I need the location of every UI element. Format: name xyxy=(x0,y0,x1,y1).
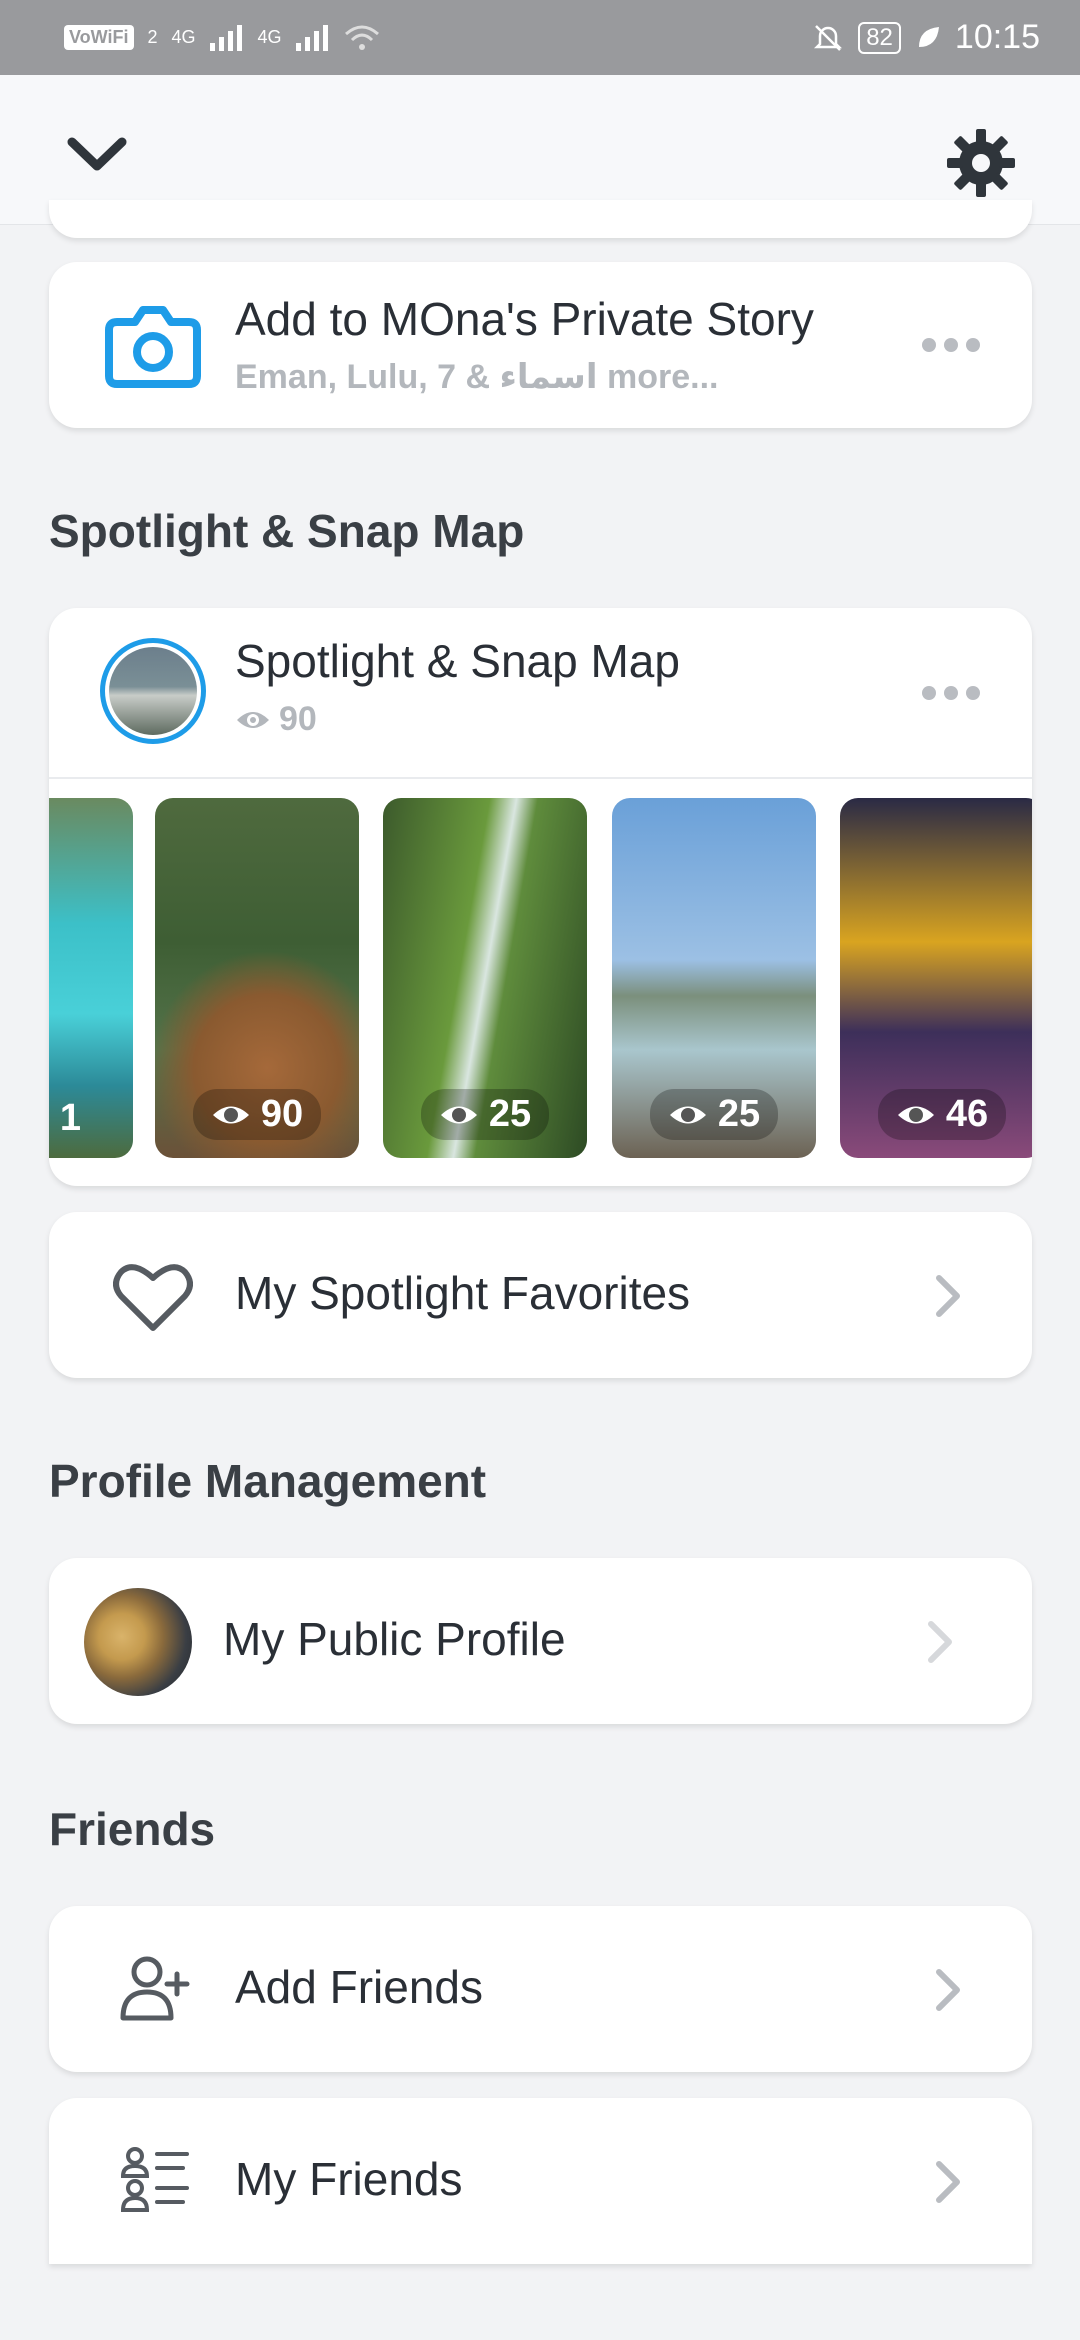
eye-icon xyxy=(440,1106,477,1123)
spotlight-favorites-label: My Spotlight Favorites xyxy=(235,1267,691,1319)
friends-list-icon xyxy=(120,2147,189,2212)
network-type-1: 4G xyxy=(171,27,196,47)
profile-avatar xyxy=(84,1588,192,1696)
wifi-icon xyxy=(344,25,379,50)
vowifi-badge: VoWiFi xyxy=(64,25,134,50)
add-friends-row[interactable]: Add Friends xyxy=(49,1906,1032,2072)
more-options-icon[interactable] xyxy=(922,338,980,352)
leaf-icon xyxy=(918,26,939,47)
gear-icon[interactable] xyxy=(945,127,1017,199)
spotlight-thumbnail[interactable]: 90 xyxy=(155,798,359,1158)
spotlight-thumbnail[interactable]: 25 xyxy=(383,798,587,1158)
network-type-2: 4G xyxy=(257,27,282,47)
status-bar: VoWiFi 2 4G 4G 82 10:15 xyxy=(0,0,1080,75)
heart-icon xyxy=(113,1264,193,1331)
spotlight-thumbnail[interactable]: 46 xyxy=(840,798,1032,1158)
section-heading-spotlight: Spotlight & Snap Map xyxy=(49,505,525,557)
spotlight-thumbnail[interactable]: 1 xyxy=(49,798,133,1158)
private-story-title: Add to MOna's Private Story xyxy=(235,293,814,345)
section-heading-friends: Friends xyxy=(49,1803,216,1855)
partial-card xyxy=(49,200,1032,238)
my-friends-label: My Friends xyxy=(235,2153,463,2205)
battery-indicator: 82 xyxy=(858,21,901,54)
spotlight-view-count: 90 xyxy=(279,700,317,738)
eye-icon xyxy=(237,712,269,728)
more-options-icon[interactable] xyxy=(922,686,980,700)
eye-icon xyxy=(897,1106,934,1123)
chevron-right-icon xyxy=(936,1275,960,1317)
chevron-right-icon xyxy=(936,2161,960,2203)
thumbnail-views: 25 xyxy=(488,1093,532,1135)
spotlight-avatar xyxy=(100,638,206,744)
my-friends-row[interactable]: My Friends xyxy=(49,2098,1032,2264)
private-story-card[interactable]: Add to MOna's Private Story Eman, Lulu, … xyxy=(49,262,1032,428)
public-profile-row[interactable]: My Public Profile xyxy=(49,1558,1032,1724)
spotlight-card-title: Spotlight & Snap Map xyxy=(235,635,680,687)
spotlight-thumbnails: 1 90 25 25 46 xyxy=(49,778,1032,1190)
chevron-down-icon[interactable] xyxy=(62,130,132,180)
section-heading-profile: Profile Management xyxy=(49,1455,487,1507)
mute-bell-icon xyxy=(814,24,843,51)
thumbnail-views: 46 xyxy=(945,1093,989,1135)
thumbnail-views: 25 xyxy=(717,1093,761,1135)
spotlight-thumbnail[interactable]: 25 xyxy=(612,798,816,1158)
camera-icon xyxy=(105,306,201,388)
eye-icon xyxy=(669,1106,706,1123)
private-story-subtitle: Eman, Lulu, 7 & اسماء more... xyxy=(235,358,719,396)
chevron-right-icon xyxy=(928,1621,952,1663)
thumbnail-views: 90 xyxy=(260,1093,304,1135)
spotlight-favorites-row[interactable]: My Spotlight Favorites xyxy=(49,1212,1032,1378)
signal-icon xyxy=(295,24,328,51)
thumbnail-views: 1 xyxy=(59,1097,81,1139)
clock: 10:15 xyxy=(954,18,1040,56)
status-left: VoWiFi 2 4G 4G xyxy=(64,24,380,52)
add-friend-icon xyxy=(120,1956,190,2021)
eye-icon xyxy=(212,1106,249,1123)
signal-icon xyxy=(209,24,242,51)
sim2-label: 2 xyxy=(147,27,158,47)
chevron-right-icon xyxy=(936,1969,960,2011)
public-profile-label: My Public Profile xyxy=(223,1613,566,1665)
status-right: 82 10:15 xyxy=(812,18,1040,57)
add-friends-label: Add Friends xyxy=(235,1961,484,2013)
